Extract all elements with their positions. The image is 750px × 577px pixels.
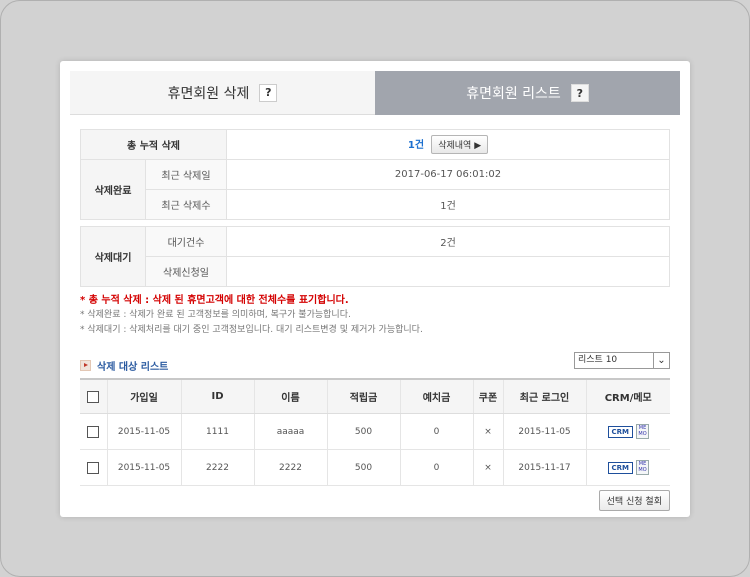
coupon-cell: × <box>472 413 503 450</box>
page-size-value: 리스트 10 <box>578 355 618 365</box>
bullet-arrow-icon <box>80 360 91 371</box>
last-delete-date-label: 최근 삭제일 <box>145 159 227 190</box>
request-date-value <box>226 256 670 287</box>
join-date-cell: 2015-11-05 <box>106 449 181 486</box>
row-checkbox[interactable] <box>87 425 100 438</box>
note-pending: * 삭제대기 : 삭제처리를 대기 중인 고객정보입니다. 대기 리스트변경 및… <box>80 325 423 335</box>
list-title-text: 삭제 대상 리스트 <box>97 362 169 373</box>
tab-dormant-list-label: 휴면회원 리스트 <box>466 86 561 102</box>
name-cell: 2222 <box>253 449 327 486</box>
main-content: 총 누적 삭제 1건 삭제내역 ▶ 삭제완료 최근 삭제일 2017-06-17… <box>80 129 670 514</box>
list-title: 삭제 대상 리스트 <box>80 358 168 373</box>
coupon-cell: × <box>472 449 503 486</box>
total-deleted-cell: 1건 삭제내역 ▶ <box>226 129 670 160</box>
deletion-pending-table: 삭제대기 대기건수 2건 삭제신청일 <box>80 226 670 287</box>
deletion-history-button[interactable]: 삭제내역 ▶ <box>431 135 489 154</box>
tab-bar: 휴면회원 삭제 ? 휴면회원 리스트 ? <box>70 71 680 115</box>
deletion-summary-table: 총 누적 삭제 1건 삭제내역 ▶ 삭제완료 최근 삭제일 2017-06-17… <box>80 129 670 220</box>
deposit-cell: 0 <box>399 449 473 486</box>
table-row: 2015-11-05 2222 2222 500 0 × 2015-11-17 … <box>80 449 670 486</box>
points-cell: 500 <box>326 449 400 486</box>
last-delete-count-label: 최근 삭제수 <box>145 189 227 220</box>
list-header: 삭제 대상 리스트 리스트 10 ⌄ <box>80 352 670 376</box>
crm-memo-cell: CRM ME MO <box>585 449 670 486</box>
last-delete-count-value: 1건 <box>226 189 670 220</box>
crm-button[interactable]: CRM <box>607 425 633 438</box>
dormant-member-panel: 휴면회원 삭제 ? 휴면회원 리스트 ? 총 누적 삭제 1건 삭제내역 ▶ 삭… <box>60 61 690 517</box>
col-join-date: 가입일 <box>106 379 181 414</box>
id-cell: 2222 <box>180 449 254 486</box>
pending-count-label: 대기건수 <box>145 226 227 257</box>
col-name: 이름 <box>253 379 327 414</box>
col-last-login: 최근 로그인 <box>502 379 586 414</box>
notes: * 총 누적 삭제 : 삭제 된 휴면고객에 대한 전체수를 표기합니다. * … <box>80 293 670 338</box>
target-list-table: 가입일 ID 이름 적립금 예치금 쿠폰 최근 로그인 CRM/메모 2015-… <box>80 378 670 486</box>
col-coupon: 쿠폰 <box>472 379 503 414</box>
col-id: ID <box>180 379 254 414</box>
join-date-cell: 2015-11-05 <box>106 413 181 450</box>
withdraw-request-button[interactable]: 선택 신청 철회 <box>598 490 670 511</box>
col-deposit: 예치금 <box>399 379 473 414</box>
name-cell: aaaaa <box>253 413 327 450</box>
total-deleted-label: 총 누적 삭제 <box>80 129 227 160</box>
memo-icon[interactable]: ME MO <box>636 424 649 439</box>
last-login-cell: 2015-11-17 <box>502 449 586 486</box>
request-date-label: 삭제신청일 <box>145 256 227 287</box>
table-row: 2015-11-05 1111 aaaaa 500 0 × 2015-11-05… <box>80 413 670 450</box>
delete-pending-label: 삭제대기 <box>80 226 146 287</box>
total-deleted-count: 1건 <box>407 139 425 151</box>
select-all-header <box>80 379 107 414</box>
pending-count-value: 2건 <box>226 226 670 257</box>
id-cell: 1111 <box>180 413 254 450</box>
last-delete-date-value: 2017-06-17 06:01:02 <box>226 159 670 190</box>
help-icon[interactable]: ? <box>570 84 589 102</box>
tab-dormant-delete[interactable]: 휴면회원 삭제 ? <box>70 71 375 115</box>
row-checkbox[interactable] <box>87 461 100 474</box>
delete-complete-label: 삭제완료 <box>80 159 146 220</box>
help-icon[interactable]: ? <box>259 83 278 102</box>
crm-button[interactable]: CRM <box>607 461 633 474</box>
col-crm-memo: CRM/메모 <box>585 379 670 414</box>
tab-dormant-list[interactable]: 휴면회원 리스트 ? <box>375 71 680 115</box>
chevron-down-icon[interactable]: ⌄ <box>653 353 669 368</box>
select-all-checkbox[interactable] <box>87 390 100 403</box>
memo-icon[interactable]: ME MO <box>636 460 649 475</box>
col-points: 적립금 <box>326 379 400 414</box>
deposit-cell: 0 <box>399 413 473 450</box>
points-cell: 500 <box>326 413 400 450</box>
note-total: * 총 누적 삭제 : 삭제 된 휴면고객에 대한 전체수를 표기합니다. <box>80 295 349 306</box>
tab-dormant-delete-label: 휴면회원 삭제 <box>167 85 250 102</box>
note-complete: * 삭제완료 : 삭제가 완료 된 고객정보를 의미하며, 복구가 불가능합니다… <box>80 310 351 320</box>
crm-memo-cell: CRM ME MO <box>585 413 670 450</box>
list-footer: 선택 신청 철회 <box>80 490 670 514</box>
page-size-select[interactable]: 리스트 10 ⌄ <box>574 352 670 369</box>
last-login-cell: 2015-11-05 <box>502 413 586 450</box>
